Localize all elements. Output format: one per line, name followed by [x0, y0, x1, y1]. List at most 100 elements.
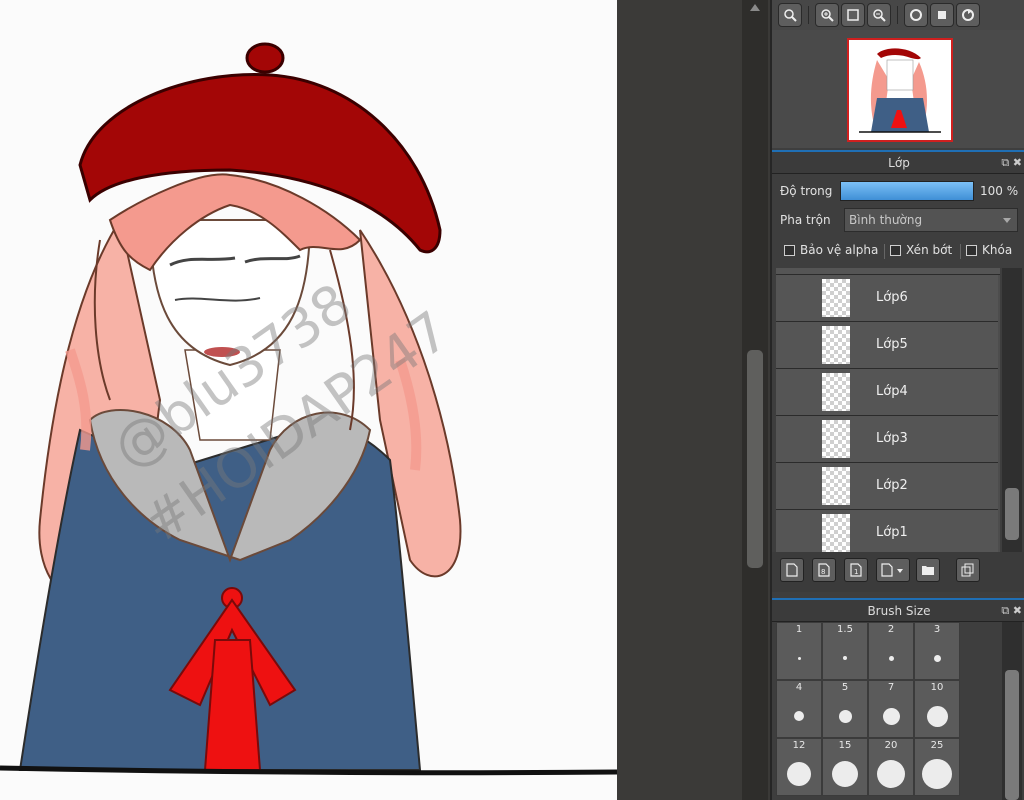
- zoom-fit-icon[interactable]: [778, 3, 802, 27]
- opacity-slider[interactable]: [840, 181, 974, 201]
- brush-size-cell[interactable]: 10: [914, 680, 960, 738]
- brush-size-label: 1.5: [837, 624, 853, 635]
- checkbox-label: Xén bớt: [906, 243, 953, 257]
- brush-size-label: 2: [887, 624, 895, 635]
- protect-alpha-checkbox[interactable]: Bảo vệ alpha: [784, 243, 878, 257]
- close-icon[interactable]: ✖: [1013, 604, 1022, 617]
- brush-size-label: 25: [930, 740, 944, 751]
- panel-controls: ⧉ ✖: [1001, 600, 1022, 622]
- layer-name: Lớp3: [876, 431, 908, 446]
- brush-dot: [922, 759, 952, 789]
- layer-row[interactable]: Lớp4: [776, 369, 998, 416]
- zoom-in-icon[interactable]: [815, 3, 839, 27]
- svg-text:1: 1: [854, 568, 858, 576]
- checkbox-box[interactable]: [966, 244, 977, 256]
- lock-checkbox[interactable]: Khóa: [966, 243, 1012, 257]
- fit-window-icon[interactable]: [841, 3, 865, 27]
- detach-panel-icon[interactable]: ⧉: [1001, 604, 1009, 617]
- brush-dot: [888, 655, 894, 661]
- brush-size-cell[interactable]: 20: [868, 738, 914, 796]
- navigator-viewport-frame[interactable]: [847, 38, 953, 142]
- svg-text:8: 8: [821, 568, 825, 576]
- layer-list-scrollbar[interactable]: [1002, 268, 1022, 552]
- brush-size-grid: 1 1.5 2 3 4 5 7 10 12 15 20 25: [776, 622, 960, 796]
- checkbox-label: Bảo vệ alpha: [800, 243, 879, 257]
- reset-rotate-icon[interactable]: [956, 3, 980, 27]
- new-8bit-layer-icon[interactable]: 8: [812, 558, 836, 582]
- brush-dot: [843, 656, 847, 660]
- checkbox-box[interactable]: [784, 244, 795, 256]
- layer-row[interactable]: Lớp1: [776, 510, 998, 552]
- brush-size-cell[interactable]: 25: [914, 738, 960, 796]
- rotate-icon[interactable]: [904, 3, 928, 27]
- brush-dot: [926, 705, 948, 727]
- opacity-slider-fill: [841, 182, 973, 200]
- workspace-background: [617, 0, 742, 800]
- brush-size-scrollbar[interactable]: [1002, 622, 1022, 800]
- brush-dot: [877, 760, 905, 788]
- brush-size-cell[interactable]: 1.5: [822, 622, 868, 680]
- layer-name: Lớp5: [876, 337, 908, 352]
- layer-name: Lớp6: [876, 290, 908, 305]
- blend-mode-select[interactable]: Bình thường: [844, 208, 1018, 232]
- scrollbar-thumb[interactable]: [1005, 670, 1019, 800]
- opacity-value: 100 %: [980, 184, 1019, 198]
- brush-size-cell[interactable]: 15: [822, 738, 868, 796]
- brush-size-cell[interactable]: 1: [776, 622, 822, 680]
- brush-size-label: 7: [887, 682, 895, 693]
- opacity-label: Độ trong: [780, 184, 833, 198]
- close-icon[interactable]: ✖: [1013, 156, 1022, 169]
- brush-size-cell[interactable]: 12: [776, 738, 822, 796]
- layer-row[interactable]: Lớp2: [776, 463, 998, 510]
- blend-mode-label: Pha trộn: [780, 213, 831, 227]
- layer-name: Lớp4: [876, 384, 908, 399]
- layer-panel-title: Lớp: [888, 156, 910, 170]
- layer-thumbnail: [822, 373, 850, 411]
- scrollbar-thumb[interactable]: [1005, 488, 1019, 540]
- brush-dot: [933, 654, 941, 662]
- canvas-vertical-scrollbar[interactable]: [742, 0, 768, 800]
- scroll-up-icon[interactable]: [750, 4, 760, 11]
- brush-dot: [882, 707, 900, 725]
- layer-thumbnail: [822, 420, 850, 458]
- navigator-thumbnail: [849, 40, 951, 140]
- drawing-canvas[interactable]: @blu3738 #HOIDAP247: [0, 0, 617, 800]
- chevron-down-icon: [1003, 218, 1011, 223]
- brush-size-label: 12: [792, 740, 806, 751]
- panel-controls: ⧉ ✖: [1001, 152, 1022, 174]
- navigator-preview[interactable]: [772, 30, 1024, 148]
- checkbox-box[interactable]: [890, 244, 901, 256]
- brush-size-panel-title: Brush Size: [867, 604, 931, 618]
- duplicate-layer-icon[interactable]: [956, 558, 980, 582]
- layer-panel-header: Lớp ⧉ ✖: [772, 150, 1024, 174]
- folder-icon[interactable]: [916, 558, 940, 582]
- blend-mode-value: Bình thường: [849, 213, 923, 227]
- scrollbar-thumb[interactable]: [747, 350, 763, 568]
- new-layer-icon[interactable]: [780, 558, 804, 582]
- checkbox-label: Khóa: [982, 243, 1013, 257]
- brush-dot: [832, 761, 858, 787]
- artwork: @blu3738 #HOIDAP247: [0, 42, 617, 776]
- layer-thumbnail: [822, 514, 850, 552]
- layer-name: Lớp1: [876, 525, 908, 540]
- layer-row[interactable]: Lớp5: [776, 322, 998, 369]
- brush-size-cell[interactable]: 7: [868, 680, 914, 738]
- brush-size-cell[interactable]: 3: [914, 622, 960, 680]
- layer-row[interactable]: Lớp6: [776, 275, 998, 322]
- brush-size-cell[interactable]: 4: [776, 680, 822, 738]
- add-layer-menu-icon[interactable]: [876, 558, 910, 582]
- brush-size-label: 10: [930, 682, 944, 693]
- right-panel: Lớp ⧉ ✖ Độ trong 100 % Pha trộn Bình thư…: [770, 0, 1024, 800]
- detach-panel-icon[interactable]: ⧉: [1001, 156, 1009, 169]
- brush-size-label: 3: [933, 624, 941, 635]
- brush-dot: [787, 762, 811, 786]
- brush-size-cell[interactable]: 2: [868, 622, 914, 680]
- brush-size-label: 1: [795, 624, 803, 635]
- layer-row[interactable]: Lớp3: [776, 416, 998, 463]
- layer-toolbar: 8 1: [772, 552, 1024, 592]
- fullscreen-icon[interactable]: [930, 3, 954, 27]
- zoom-out-icon[interactable]: [867, 3, 891, 27]
- clipping-checkbox[interactable]: Xén bớt: [890, 243, 952, 257]
- brush-size-cell[interactable]: 5: [822, 680, 868, 738]
- new-1bit-layer-icon[interactable]: 1: [844, 558, 868, 582]
